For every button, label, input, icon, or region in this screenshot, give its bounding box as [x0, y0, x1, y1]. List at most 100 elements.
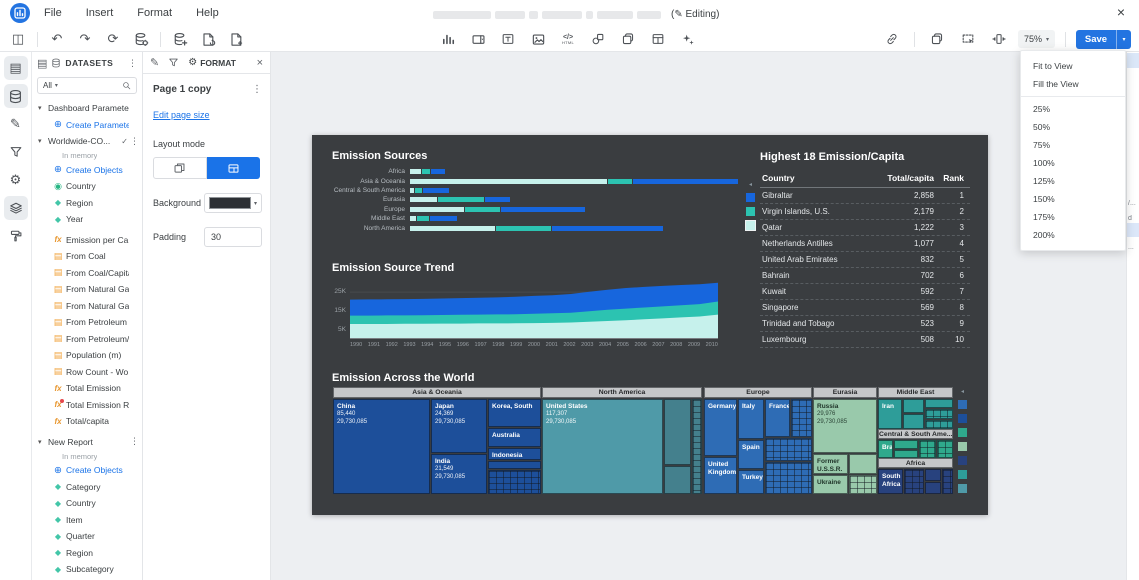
zoom-menu-item[interactable]: 100% [1021, 154, 1125, 172]
caret-down-icon[interactable]: ▾ [38, 137, 48, 145]
legend-collapse-icon[interactable]: ◂ [961, 388, 964, 395]
menu-item[interactable]: Help [196, 7, 219, 19]
design-canvas[interactable]: Emission Sources AfricaAsia & OceaniaCen… [271, 52, 1126, 580]
insert-chart-icon[interactable] [436, 28, 460, 50]
zoom-level-dropdown[interactable]: 75% ▾ [1018, 30, 1055, 48]
zoom-menu-item[interactable]: 200% [1021, 226, 1125, 244]
background-color-picker[interactable]: ▾ [204, 193, 262, 213]
layout-free-button[interactable] [153, 157, 207, 179]
insert-copy-icon[interactable] [616, 28, 640, 50]
zoom-menu-item[interactable]: Fit to View [1021, 57, 1125, 75]
rail-layers-icon[interactable] [4, 196, 28, 220]
field-country-2[interactable]: ◆ Country [32, 495, 142, 512]
zoom-menu-item[interactable]: 50% [1021, 118, 1125, 136]
dataset-status-memo[interactable]: In memory [32, 150, 142, 162]
create-objects-link-2[interactable]: ⊕ Create Objects [32, 462, 142, 479]
legend-swatch[interactable] [746, 207, 755, 216]
rail-datasets-icon[interactable] [4, 84, 28, 108]
legend-swatch[interactable] [746, 221, 755, 230]
kebab-menu-icon[interactable]: ⋮ [130, 436, 138, 447]
insert-image-icon[interactable] [526, 28, 550, 50]
kebab-menu-icon[interactable]: ⋮ [128, 58, 137, 69]
insert-html-icon[interactable]: </>HTML [556, 28, 580, 50]
field-from-coal[interactable]: ▤ From Coal [32, 248, 142, 265]
field-country[interactable]: ◉ Country [32, 178, 142, 195]
field-row-count[interactable]: ▤ Row Count - Wo... [32, 364, 142, 381]
zoom-menu-item[interactable]: Fill the View [1021, 75, 1125, 93]
legend-collapse-icon[interactable]: ◂ [749, 181, 752, 188]
legend-swatch[interactable] [958, 442, 967, 451]
caret-down-icon[interactable]: ▾ [38, 438, 48, 446]
undo-icon[interactable]: ↶ [45, 28, 69, 50]
close-panel-icon[interactable]: × [257, 57, 263, 69]
field-from-petroleum[interactable]: ▤ From Petroleum [32, 314, 142, 331]
rail-edit-icon[interactable]: ✎ [4, 112, 28, 136]
field-item[interactable]: ◆ Item [32, 512, 142, 529]
add-page-icon[interactable] [224, 28, 248, 50]
group-dashboard-parameters[interactable]: ▾ Dashboard Parameters [32, 100, 142, 117]
magic-sparkle-icon[interactable] [676, 28, 700, 50]
zoom-menu-item[interactable]: 175% [1021, 208, 1125, 226]
toggle-panel-icon[interactable]: ◫ [6, 28, 30, 50]
fit-width-icon[interactable] [987, 28, 1011, 50]
insert-text-icon[interactable] [496, 28, 520, 50]
zoom-menu-item[interactable]: 125% [1021, 172, 1125, 190]
legend-swatch[interactable] [958, 428, 967, 437]
legend-swatch[interactable] [958, 414, 967, 423]
field-from-natural-gas-capita[interactable]: ▤ From Natural Ga... [32, 298, 142, 315]
field-total-emission[interactable]: fx Total Emission [32, 380, 142, 397]
close-icon[interactable]: × [1111, 2, 1131, 22]
duplicate-icon[interactable] [925, 28, 949, 50]
edit-tab-icon[interactable]: ✎ [150, 56, 159, 69]
layout-grid-button[interactable] [207, 157, 260, 179]
field-total-capita[interactable]: fx Total/capita [32, 413, 142, 430]
dataset-status-memo-2[interactable]: In memory [32, 450, 142, 462]
link-icon[interactable] [880, 28, 904, 50]
zoom-menu-item[interactable]: 25% [1021, 100, 1125, 118]
legend-swatch[interactable] [958, 400, 967, 409]
rail-filter-icon[interactable] [4, 140, 28, 164]
field-quarter[interactable]: ◆ Quarter [32, 528, 142, 545]
treemap-legend[interactable]: ◂ [958, 388, 967, 493]
insert-layout-icon[interactable] [646, 28, 670, 50]
save-menu-caret[interactable]: ▾ [1116, 30, 1131, 49]
caret-down-icon[interactable]: ▾ [38, 104, 48, 112]
filter-tab-icon[interactable] [168, 57, 179, 68]
datasets-filter-bar[interactable]: All ▾ [37, 77, 137, 94]
dashboard-page[interactable]: Emission Sources AfricaAsia & OceaniaCen… [312, 135, 988, 515]
field-region[interactable]: ◆ Region [32, 195, 142, 212]
padding-input[interactable]: 30 [204, 227, 262, 247]
search-icon[interactable] [122, 81, 131, 90]
field-subcategory[interactable]: ◆ Subcategory [32, 561, 142, 578]
app-logo-icon[interactable] [10, 3, 30, 28]
legend-swatch[interactable] [958, 484, 967, 493]
field-population[interactable]: ▤ Population (m) [32, 347, 142, 364]
create-objects-link[interactable]: ⊕ Create Objects [32, 162, 142, 179]
rail-report-list-icon[interactable]: ▤ [4, 56, 28, 80]
zoom-menu-item[interactable]: 75% [1021, 136, 1125, 154]
field-from-coal-capita[interactable]: ▤ From Coal/Capita [32, 265, 142, 282]
menu-item[interactable]: Insert [86, 7, 114, 19]
menu-item[interactable]: File [44, 7, 62, 19]
dataset-settings-icon[interactable] [129, 28, 153, 50]
insert-filter-widget-icon[interactable] [466, 28, 490, 50]
dataset-new-report[interactable]: ▾ New Report ⋮ [32, 434, 142, 451]
edit-page-size-link[interactable]: Edit page size [153, 110, 210, 120]
field-from-natural-gas[interactable]: ▤ From Natural Gas [32, 281, 142, 298]
legend-swatch[interactable] [746, 193, 755, 202]
tab-format[interactable]: ⚙ FORMAT [188, 57, 236, 68]
kebab-menu-icon[interactable]: ⋮ [252, 84, 262, 95]
insert-shapes-icon[interactable] [586, 28, 610, 50]
field-emission-per-capita[interactable]: fx Emission per Ca... [32, 232, 142, 249]
legend-swatch[interactable] [958, 456, 967, 465]
list-view-icon[interactable]: ▤ [37, 57, 47, 70]
add-dataset-icon[interactable] [168, 28, 192, 50]
rail-theme-roller-icon[interactable] [4, 224, 28, 248]
chart-legend[interactable]: ◂ [746, 181, 755, 230]
rail-settings-icon[interactable]: ⚙ [4, 168, 28, 192]
field-category[interactable]: ◆ Category [32, 479, 142, 496]
field-region-2[interactable]: ◆ Region [32, 545, 142, 562]
select-marquee-icon[interactable] [956, 28, 980, 50]
redo-icon[interactable]: ↷ [73, 28, 97, 50]
refresh-icon[interactable]: ⟳ [101, 28, 125, 50]
